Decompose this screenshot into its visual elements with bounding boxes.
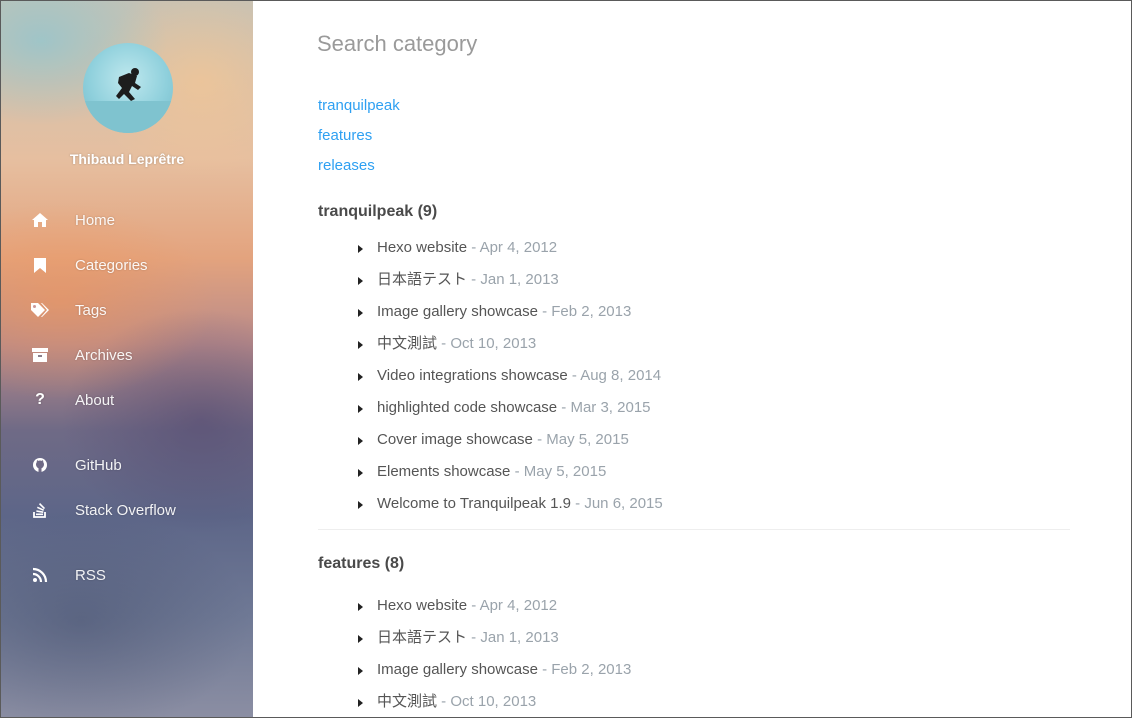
post-date: - Mar 3, 2015	[557, 399, 651, 416]
post-date: - Feb 2, 2013	[537, 303, 632, 320]
sidebar-item-label: Archives	[75, 346, 133, 364]
post-date: - May 5, 2015	[510, 463, 607, 480]
search-input[interactable]	[317, 29, 817, 59]
question-icon: ?	[35, 391, 45, 408]
sidebar-item-categories[interactable]: Categories	[29, 254, 239, 276]
sidebar-item-github[interactable]: GitHub	[29, 454, 239, 476]
sidebar-item-label: Tags	[75, 301, 107, 319]
bullet-icon	[358, 635, 363, 643]
bullet-icon	[358, 405, 363, 413]
post-title-link[interactable]: Welcome to Tranquilpeak 1.9	[377, 495, 571, 512]
post-title-link[interactable]: Image gallery showcase	[377, 661, 538, 678]
post-list-item: Image gallery showcase - Feb 2, 2013	[318, 654, 1070, 686]
bullet-icon	[358, 501, 363, 509]
post-list: Hexo website - Apr 4, 2012 日本語テスト - Jan 1…	[318, 232, 1070, 520]
post-date: - Jan 1, 2013	[467, 271, 559, 288]
rss-icon	[29, 566, 51, 584]
post-list-item: Welcome to Tranquilpeak 1.9 - Jun 6, 201…	[318, 488, 1070, 520]
post-date: - Jun 6, 2015	[571, 495, 663, 512]
post-title-link[interactable]: 日本語テスト	[377, 629, 467, 646]
post-list-item: 日本語テスト - Jan 1, 2013	[318, 264, 1070, 296]
category-link-releases[interactable]: releases	[318, 151, 400, 181]
stackoverflow-icon	[29, 501, 51, 519]
post-list-item: 日本語テスト - Jan 1, 2013	[318, 622, 1070, 654]
category-heading: features (8)	[318, 555, 405, 572]
author-name[interactable]: Thibaud Leprêtre	[1, 151, 253, 167]
bookmark-icon	[29, 256, 51, 274]
sidebar-item-label: Stack Overflow	[75, 501, 176, 519]
person-jumping-icon	[83, 68, 173, 133]
category-section-tranquilpeak: tranquilpeak (9) Hexo website - Apr 4, 2…	[318, 201, 1070, 520]
bullet-icon	[358, 469, 363, 477]
post-date: - Apr 4, 2012	[467, 239, 558, 256]
archive-icon	[29, 346, 51, 364]
github-icon	[29, 456, 51, 474]
bullet-icon	[358, 277, 363, 285]
post-date: - Feb 2, 2013	[537, 661, 632, 678]
category-heading: tranquilpeak (9)	[318, 203, 438, 220]
post-date: - Oct 10, 2013	[437, 693, 537, 710]
sidebar: Thibaud Leprêtre Home Categories Tags Ar…	[1, 1, 253, 717]
bullet-icon	[358, 373, 363, 381]
bullet-icon	[358, 309, 363, 317]
bullet-icon	[358, 699, 363, 707]
sidebar-item-rss[interactable]: RSS	[29, 564, 239, 586]
post-list-item: Hexo website - Apr 4, 2012	[318, 590, 1070, 622]
post-list-item: Hexo website - Apr 4, 2012	[318, 232, 1070, 264]
post-title-link[interactable]: Hexo website	[377, 597, 467, 614]
sidebar-item-label: Categories	[75, 256, 148, 274]
post-title-link[interactable]: Elements showcase	[377, 463, 510, 480]
bullet-icon	[358, 603, 363, 611]
category-links: tranquilpeak features releases	[318, 91, 400, 181]
post-date: - May 5, 2015	[532, 431, 629, 448]
post-list-item: Image gallery showcase - Feb 2, 2013	[318, 296, 1070, 328]
tags-icon	[29, 301, 51, 319]
section-divider	[318, 529, 1070, 530]
post-list-item: highlighted code showcase - Mar 3, 2015	[318, 392, 1070, 424]
post-title-link[interactable]: Image gallery showcase	[377, 303, 538, 320]
post-title-link[interactable]: 中文測試	[377, 335, 437, 352]
sidebar-item-label: RSS	[75, 566, 106, 584]
sidebar-item-label: Home	[75, 211, 116, 229]
sidebar-item-about[interactable]: ? About	[29, 389, 239, 411]
post-title-link[interactable]: Cover image showcase	[377, 431, 533, 448]
category-section-features: features (8) Hexo website - Apr 4, 2012 日…	[318, 553, 1070, 717]
post-date: - Apr 4, 2012	[467, 597, 558, 614]
post-title-link[interactable]: Hexo website	[377, 239, 467, 256]
post-list: Hexo website - Apr 4, 2012 日本語テスト - Jan 1…	[318, 590, 1070, 717]
post-title-link[interactable]: Video integrations showcase	[377, 367, 568, 384]
category-link-features[interactable]: features	[318, 121, 400, 151]
post-list-item: Cover image showcase - May 5, 2015	[318, 424, 1070, 456]
post-list-item: Elements showcase - May 5, 2015	[318, 456, 1070, 488]
bullet-icon	[358, 341, 363, 349]
sidebar-item-label: GitHub	[75, 456, 122, 474]
post-title-link[interactable]: highlighted code showcase	[377, 399, 557, 416]
sidebar-item-home[interactable]: Home	[29, 209, 239, 231]
post-title-link[interactable]: 中文測試	[377, 693, 437, 710]
bullet-icon	[358, 667, 363, 675]
category-link-tranquilpeak[interactable]: tranquilpeak	[318, 91, 400, 121]
browser-viewport: Thibaud Leprêtre Home Categories Tags Ar…	[0, 0, 1132, 718]
post-list-item: 中文測試 - Oct 10, 2013	[318, 686, 1070, 717]
post-date: - Oct 10, 2013	[437, 335, 537, 352]
sidebar-item-label: About	[75, 391, 115, 409]
avatar[interactable]	[83, 43, 173, 133]
main-content: tranquilpeak features releases tranquilp…	[253, 1, 1131, 717]
bullet-icon	[358, 245, 363, 253]
home-icon	[29, 211, 51, 229]
post-list-item: 中文測試 - Oct 10, 2013	[318, 328, 1070, 360]
post-date: - Jan 1, 2013	[467, 629, 559, 646]
sidebar-item-tags[interactable]: Tags	[29, 299, 239, 321]
sidebar-item-archives[interactable]: Archives	[29, 344, 239, 366]
post-list-item: Video integrations showcase - Aug 8, 201…	[318, 360, 1070, 392]
sidebar-item-stack-overflow[interactable]: Stack Overflow	[29, 499, 239, 521]
post-title-link[interactable]: 日本語テスト	[377, 271, 467, 288]
post-date: - Aug 8, 2014	[567, 367, 662, 384]
bullet-icon	[358, 437, 363, 445]
